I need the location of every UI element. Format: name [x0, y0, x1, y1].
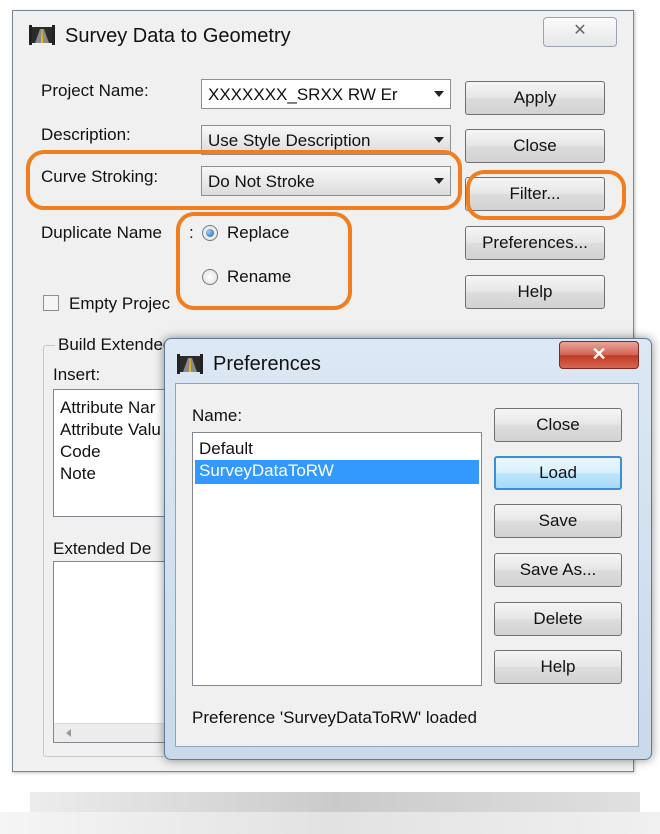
- preferences-client-area: Name: Default SurveyDataToRW Close Load …: [175, 383, 639, 747]
- list-item[interactable]: Attribute Valu: [60, 420, 161, 440]
- preferences-title: Preferences: [213, 353, 321, 375]
- reflection-shadow: [30, 792, 640, 812]
- list-item[interactable]: Code: [60, 442, 101, 462]
- list-item[interactable]: Default: [199, 439, 253, 459]
- chevron-down-icon: [434, 91, 444, 97]
- pref-close-button[interactable]: Close: [494, 408, 622, 442]
- reflection-shadow-lower: [0, 812, 660, 834]
- list-item-selected[interactable]: SurveyDataToRW: [199, 461, 334, 481]
- project-name-dropdown[interactable]: XXXXXXX_SRXX RW Er: [201, 79, 451, 109]
- list-item[interactable]: Attribute Nar: [60, 398, 155, 418]
- insert-label: Insert:: [53, 365, 101, 384]
- pref-help-button[interactable]: Help: [494, 650, 622, 684]
- duplicate-names-label: Duplicate Name: [41, 223, 162, 242]
- filter-button-highlight: [466, 170, 626, 220]
- save-as-button[interactable]: Save As...: [494, 553, 622, 587]
- project-name-value: XXXXXXX_SRXX RW Er: [208, 85, 398, 104]
- chevron-down-icon: [434, 137, 444, 143]
- scroll-left-icon[interactable]: [66, 729, 71, 737]
- delete-button[interactable]: Delete: [494, 602, 622, 636]
- close-icon[interactable]: ✕: [559, 341, 639, 369]
- road-app-icon: [177, 354, 203, 374]
- curve-stroking-highlight: [26, 150, 462, 210]
- list-item[interactable]: Note: [60, 464, 96, 484]
- preference-names-listbox[interactable]: Default SurveyDataToRW: [192, 432, 482, 686]
- apply-button[interactable]: Apply: [465, 81, 605, 115]
- save-button[interactable]: Save: [494, 504, 622, 538]
- empty-project-checkbox[interactable]: [43, 295, 59, 311]
- preferences-dialog: Preferences ✕ Name: Default SurveyDataTo…: [164, 338, 652, 760]
- duplicate-names-highlight: [176, 212, 352, 310]
- help-button[interactable]: Help: [465, 275, 605, 309]
- extended-description-label: Extended De: [53, 539, 152, 558]
- build-extended-label: Build Extended: [55, 335, 176, 355]
- description-value: Use Style Description: [208, 131, 371, 150]
- empty-project-label: Empty Projec: [69, 294, 171, 313]
- description-label: Description:: [41, 125, 131, 144]
- road-app-icon: [29, 25, 55, 45]
- name-label: Name:: [192, 406, 243, 425]
- preferences-button[interactable]: Preferences...: [465, 226, 605, 260]
- dialog-title: Survey Data to Geometry: [65, 25, 291, 47]
- project-name-label: Project Name:: [41, 81, 149, 100]
- status-text: Preference 'SurveyDataToRW' loaded: [192, 708, 477, 727]
- load-button[interactable]: Load: [494, 456, 622, 490]
- close-icon[interactable]: ✕: [543, 17, 617, 47]
- close-button[interactable]: Close: [465, 129, 605, 163]
